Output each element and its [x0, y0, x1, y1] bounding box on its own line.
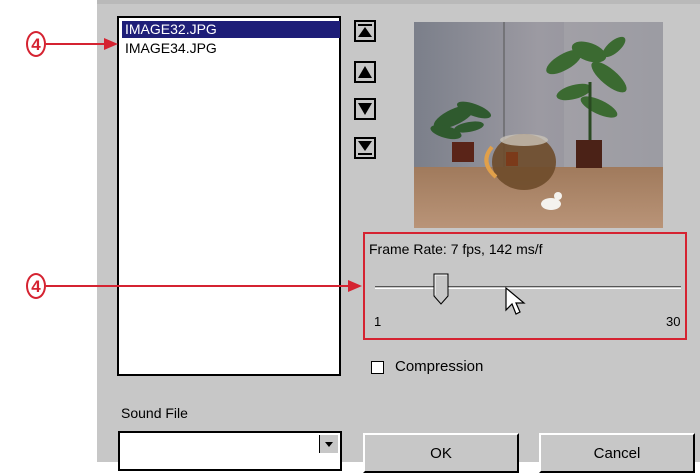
- callout-arrow-icon: [46, 280, 362, 292]
- chevron-down-icon: [325, 442, 333, 447]
- move-down-icon: [358, 103, 372, 115]
- callout-number: 4: [26, 31, 46, 57]
- list-item[interactable]: IMAGE32.JPG: [122, 21, 340, 38]
- sound-file-dropdown[interactable]: [118, 431, 342, 471]
- sound-file-label: Sound File: [121, 405, 188, 421]
- dialog-top-edge: [97, 0, 700, 4]
- dropdown-arrow-button[interactable]: [319, 435, 338, 453]
- callout-arrow-icon: [46, 38, 118, 50]
- move-to-top-button[interactable]: [354, 20, 376, 42]
- move-up-icon: [358, 66, 372, 78]
- list-item[interactable]: IMAGE34.JPG: [122, 40, 220, 57]
- compression-checkbox[interactable]: [371, 361, 384, 374]
- move-up-button[interactable]: [354, 61, 376, 83]
- callout-number: 4: [26, 273, 46, 299]
- image-file-list[interactable]: IMAGE32.JPG IMAGE34.JPG: [117, 16, 341, 376]
- compression-label: Compression: [395, 358, 484, 375]
- move-down-button[interactable]: [354, 98, 376, 120]
- ok-button[interactable]: OK: [363, 433, 519, 473]
- move-to-top-icon: [358, 24, 372, 37]
- mouse-cursor-icon: [505, 286, 526, 315]
- move-to-bottom-icon: [358, 141, 372, 155]
- cancel-button[interactable]: Cancel: [539, 433, 695, 473]
- move-to-bottom-button[interactable]: [354, 137, 376, 159]
- image-preview: [414, 22, 663, 228]
